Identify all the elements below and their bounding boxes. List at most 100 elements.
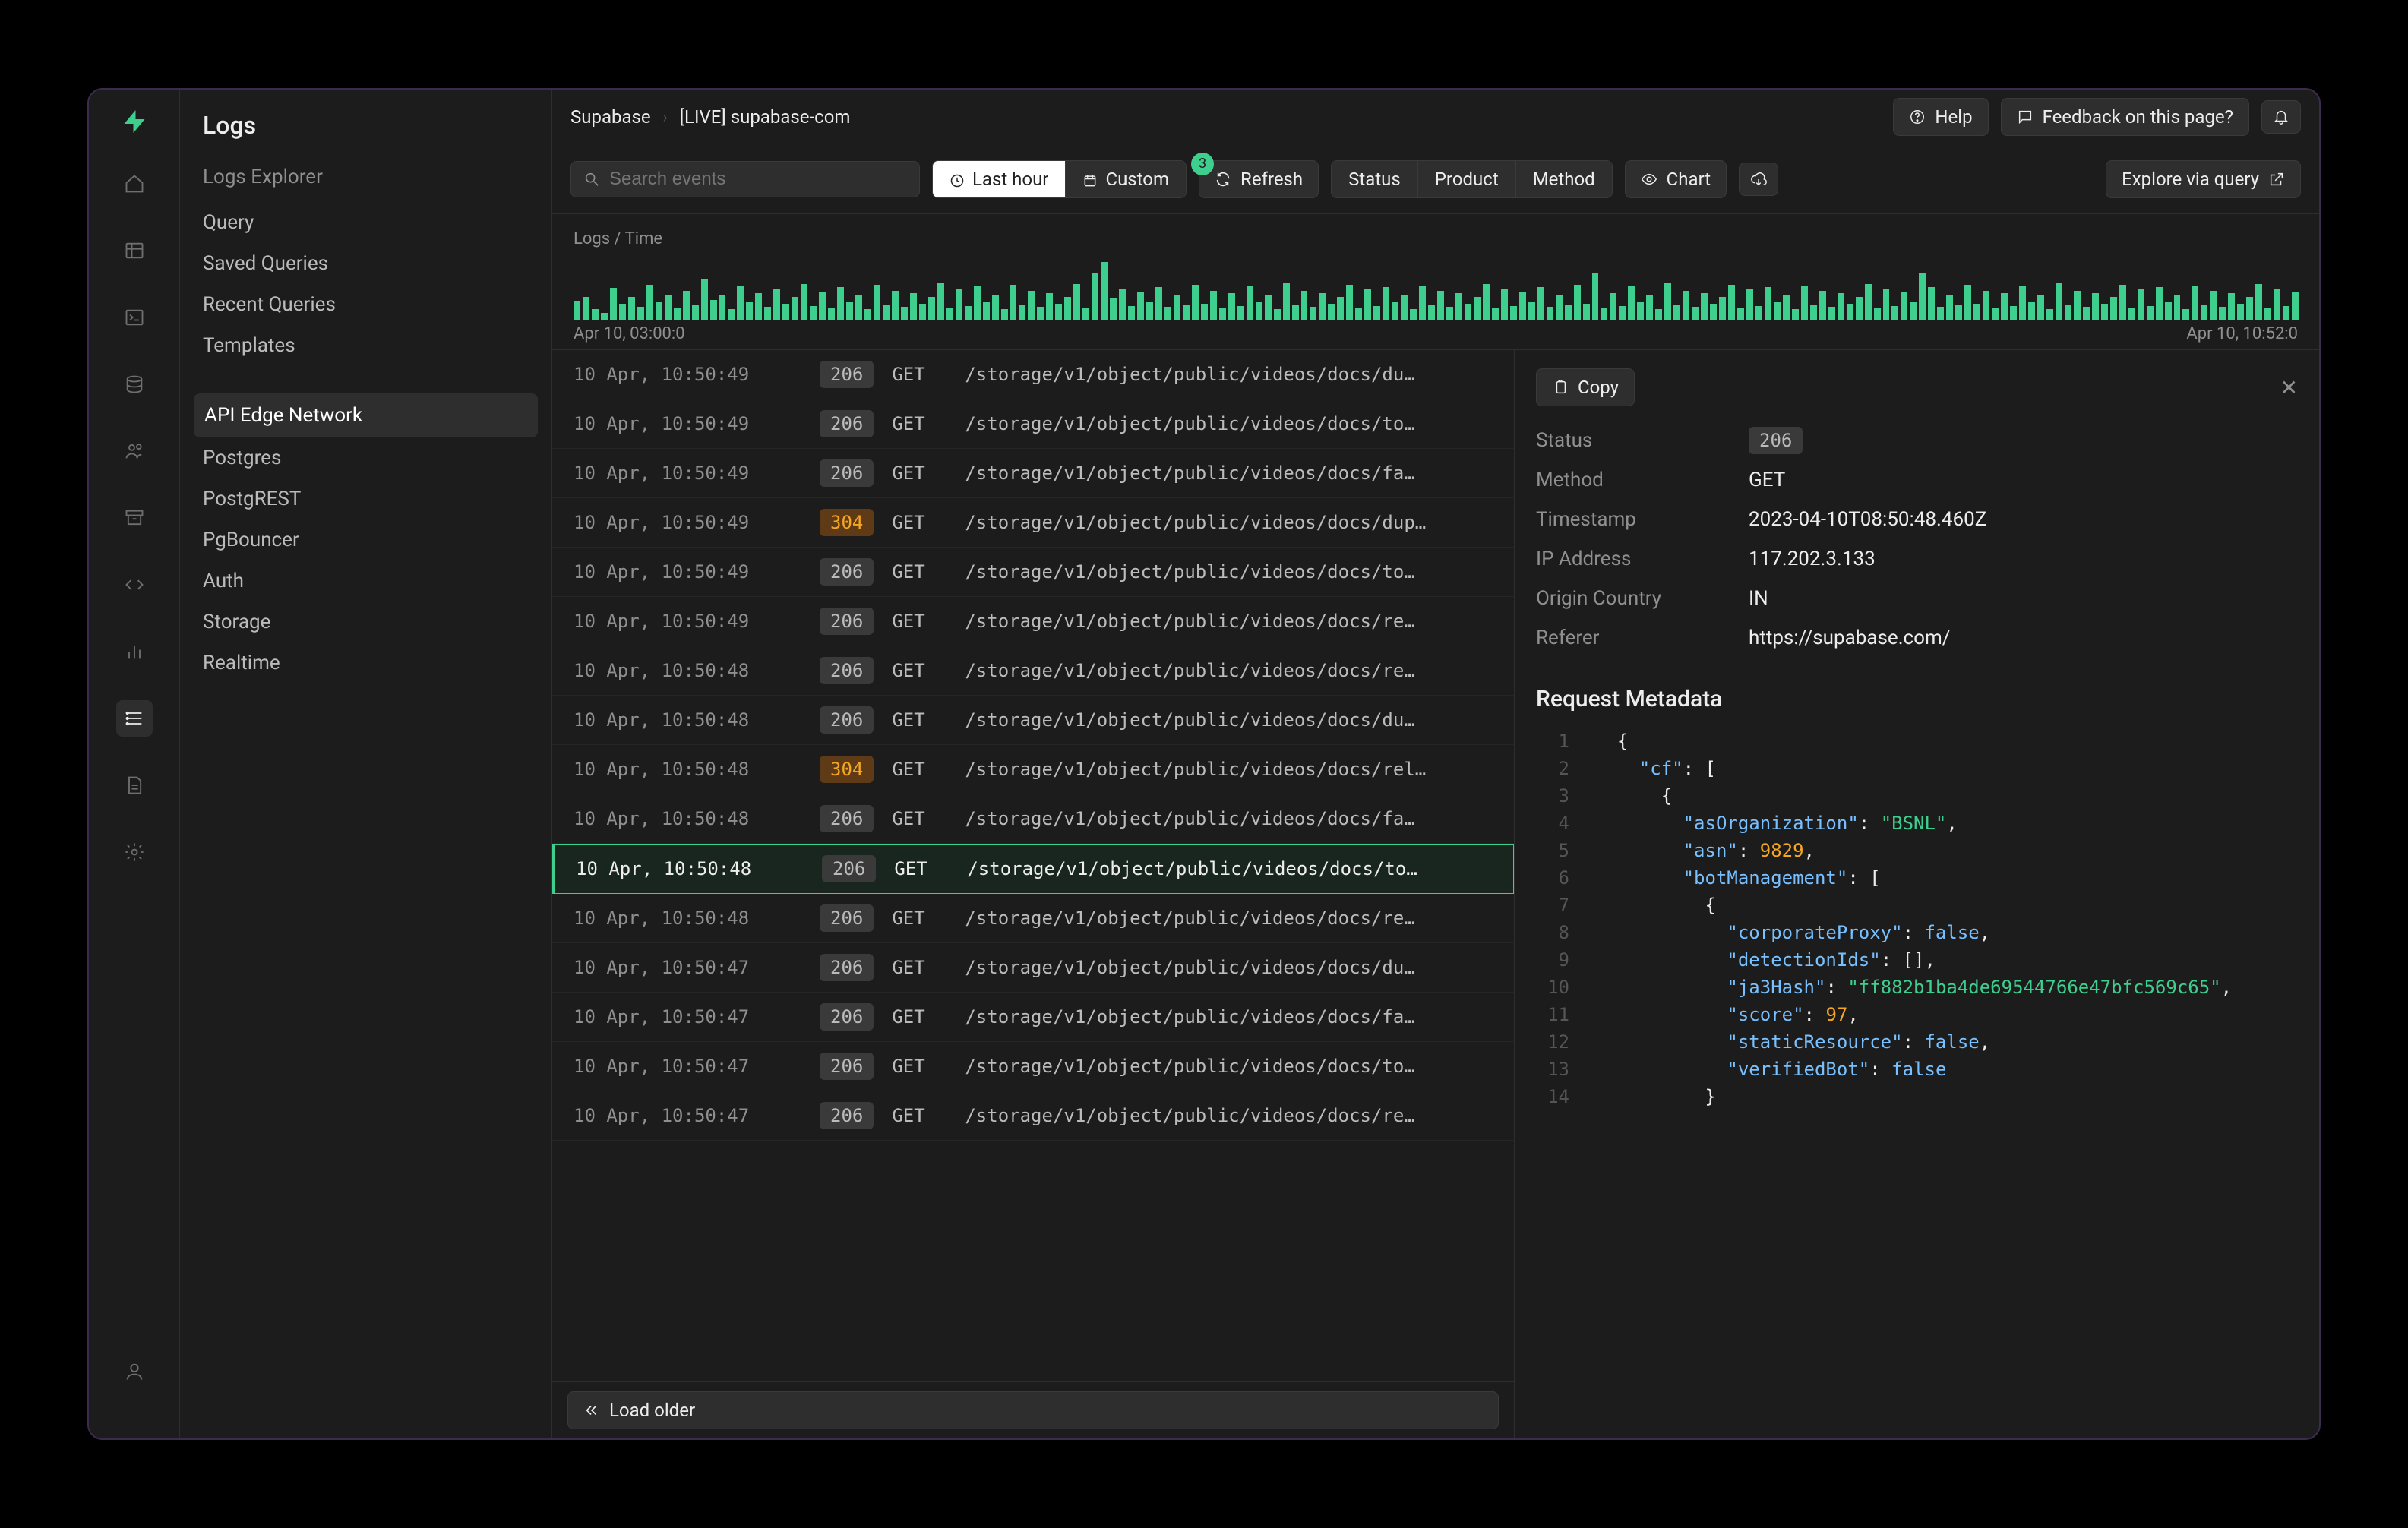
copy-button[interactable]: Copy [1536,368,1635,406]
code-block: 1 {2 "cf": [3 {4 "asOrganization": "BSNL… [1536,728,2298,1110]
referer-value: https://supabase.com/ [1749,627,2298,649]
subnav-item[interactable]: Templates [180,325,551,366]
status-value: 206 [1749,427,1803,454]
method-value: GET [1749,469,2298,491]
logs-icon[interactable] [116,700,153,737]
log-row[interactable]: 10 Apr, 10:50:49206GET/storage/v1/object… [552,548,1514,597]
log-list: 10 Apr, 10:50:49206GET/storage/v1/object… [552,350,1514,1438]
subnav-item[interactable]: Saved Queries [180,243,551,284]
chart-axis-end: Apr 10, 10:52:0 [2186,324,2298,343]
rewind-icon [583,1402,600,1419]
home-icon[interactable] [116,166,153,202]
chat-icon [2017,109,2034,125]
subnav-item[interactable]: Auth [180,560,551,601]
help-icon [1909,109,1926,125]
chart-toggle[interactable]: Chart [1625,160,1727,198]
breadcrumb-org[interactable]: Supabase [570,106,651,128]
explore-query-button[interactable]: Explore via query [2106,160,2301,198]
subnav-item[interactable]: Query [180,202,551,243]
breadcrumb-project[interactable]: [LIVE] supabase-com [680,106,851,128]
status-filter[interactable]: Status [1332,161,1417,197]
app-window: Logs Logs Explorer QuerySaved QueriesRec… [87,88,2321,1440]
chart-area: Logs / Time Apr 10, 03:00:0 Apr 10, 10:5… [552,214,2319,350]
close-icon[interactable]: ✕ [2280,375,2298,400]
log-row[interactable]: 10 Apr, 10:50:48206GET/storage/v1/object… [552,794,1514,844]
refresh-button[interactable]: Refresh [1199,160,1319,198]
database-icon[interactable] [116,366,153,403]
toolbar: Last hour Custom 3 Refresh Status Produc… [552,144,2319,214]
main: Supabase › [LIVE] supabase-com Help Feed… [552,90,2319,1438]
chart-label: Logs / Time [574,229,2298,248]
table-icon[interactable] [116,232,153,269]
settings-icon[interactable] [116,834,153,870]
reports-icon[interactable] [116,633,153,670]
logo-icon [121,108,148,135]
bell-icon [2273,109,2289,125]
chevron-right-icon: › [663,108,668,126]
chart-axis-start: Apr 10, 03:00:0 [574,324,685,343]
subnav-item[interactable]: Storage [180,601,551,642]
users-icon[interactable] [116,433,153,469]
log-row[interactable]: 10 Apr, 10:50:48206GET/storage/v1/object… [552,646,1514,696]
method-filter[interactable]: Method [1515,161,1612,197]
page-title: Logs [180,111,551,166]
refresh-badge: 3 [1191,153,1214,175]
feedback-button[interactable]: Feedback on this page? [2001,98,2249,136]
timerange-segment: Last hour Custom [932,160,1187,198]
download-button[interactable] [1739,163,1778,196]
load-older-button[interactable]: Load older [567,1391,1499,1429]
log-row[interactable]: 10 Apr, 10:50:47206GET/storage/v1/object… [552,993,1514,1042]
subnav-item[interactable]: Realtime [180,642,551,683]
clipboard-icon [1552,379,1569,396]
product-filter[interactable]: Product [1417,161,1515,197]
code-icon[interactable] [116,567,153,603]
log-row[interactable]: 10 Apr, 10:50:48304GET/storage/v1/object… [552,745,1514,794]
help-button[interactable]: Help [1893,98,1988,136]
last-hour-segment[interactable]: Last hour [933,161,1065,197]
subnav-item[interactable]: Recent Queries [180,284,551,325]
archive-icon[interactable] [116,500,153,536]
search-input[interactable] [570,161,920,197]
subnav-item[interactable]: PgBouncer [180,519,551,560]
user-account-icon[interactable] [116,1353,153,1390]
notifications-button[interactable] [2261,100,2301,134]
subnav-item[interactable]: PostgREST [180,478,551,519]
log-row[interactable]: 10 Apr, 10:50:49206GET/storage/v1/object… [552,597,1514,646]
eye-icon [1641,171,1657,188]
log-row[interactable]: 10 Apr, 10:50:49206GET/storage/v1/object… [552,399,1514,449]
clock-icon [950,172,965,187]
feedback-label: Feedback on this page? [2043,106,2233,128]
search-field[interactable] [609,169,907,190]
refresh-icon [1215,171,1231,188]
calendar-icon [1082,172,1098,187]
log-row[interactable]: 10 Apr, 10:50:49206GET/storage/v1/object… [552,350,1514,399]
custom-segment[interactable]: Custom [1065,161,1186,197]
search-icon [583,171,600,188]
help-label: Help [1935,106,1972,128]
log-row[interactable]: 10 Apr, 10:50:48206GET/storage/v1/object… [552,894,1514,943]
log-row[interactable]: 10 Apr, 10:50:47206GET/storage/v1/object… [552,1091,1514,1141]
subnav-section-label: Logs Explorer [180,166,551,202]
subnav-item[interactable]: Postgres [180,437,551,478]
document-icon[interactable] [116,767,153,803]
log-row[interactable]: 10 Apr, 10:50:49304GET/storage/v1/object… [552,498,1514,548]
log-row[interactable]: 10 Apr, 10:50:47206GET/storage/v1/object… [552,1042,1514,1091]
log-footer: Load older [552,1381,1514,1438]
external-link-icon [2268,171,2285,188]
country-value: IN [1749,587,2298,610]
log-row[interactable]: 10 Apr, 10:50:47206GET/storage/v1/object… [552,943,1514,993]
subnav-item[interactable]: API Edge Network [194,393,538,437]
log-row[interactable]: 10 Apr, 10:50:49206GET/storage/v1/object… [552,449,1514,498]
terminal-icon[interactable] [116,299,153,336]
ip-value: 117.202.3.133 [1749,548,2298,570]
chart-bars [574,262,2298,320]
filter-group: Status Product Method [1331,160,1613,198]
log-row[interactable]: 10 Apr, 10:50:48206GET/storage/v1/object… [552,696,1514,745]
log-row[interactable]: 10 Apr, 10:50:48206GET/storage/v1/object… [552,844,1514,894]
metadata-title: Request Metadata [1536,686,2298,712]
cloud-download-icon [1750,171,1767,188]
icon-rail [89,90,180,1438]
subnav: Logs Logs Explorer QuerySaved QueriesRec… [180,90,552,1438]
topbar: Supabase › [LIVE] supabase-com Help Feed… [552,90,2319,144]
timestamp-value: 2023-04-10T08:50:48.460Z [1749,508,2298,531]
